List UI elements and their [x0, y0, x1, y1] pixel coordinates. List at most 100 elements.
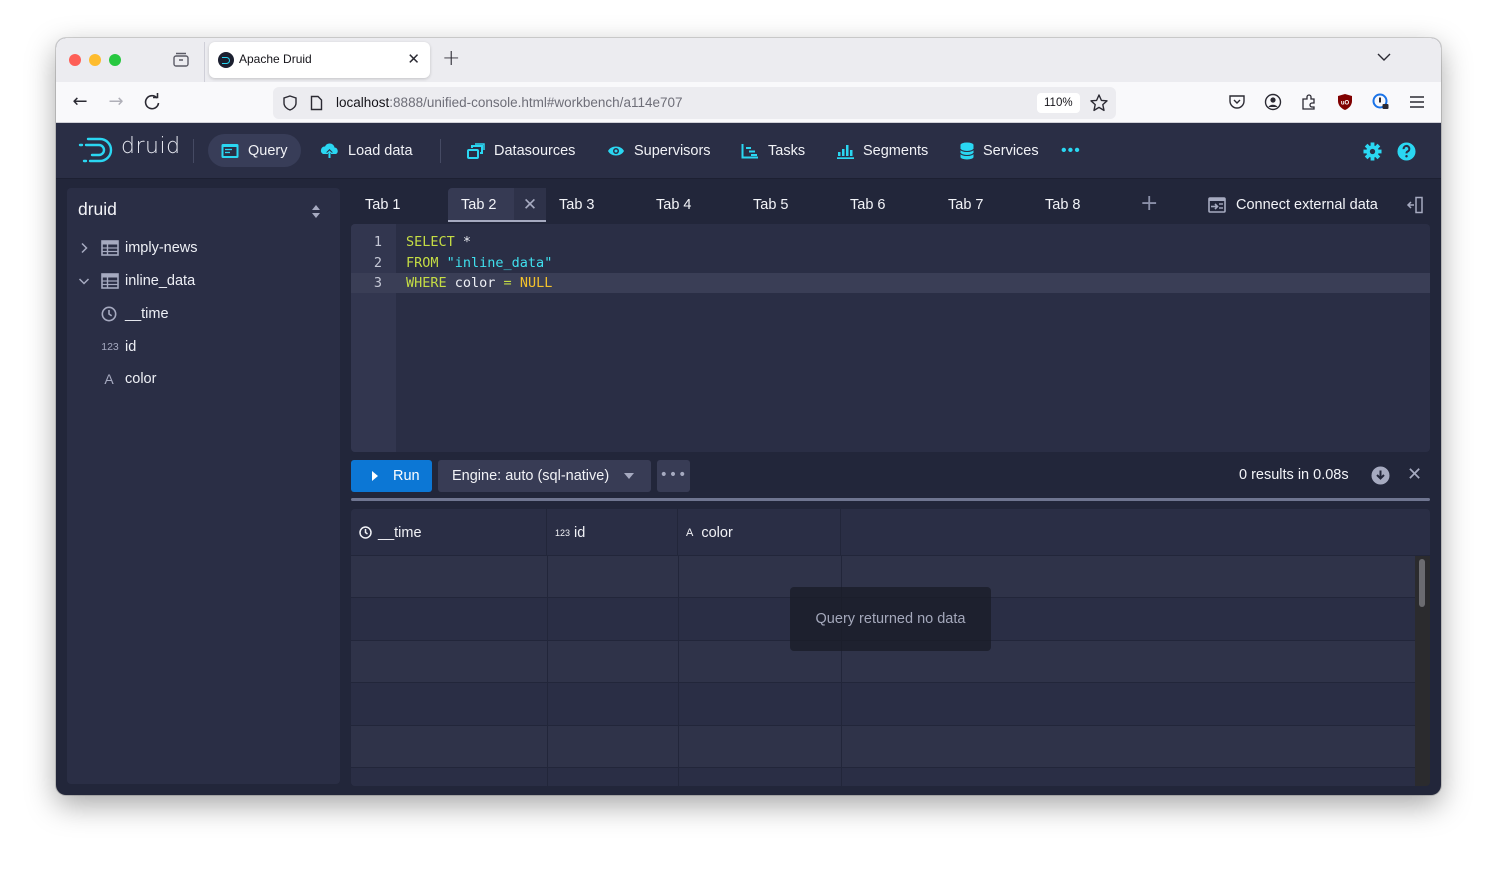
back-arrow-icon[interactable]: ←	[69, 91, 91, 113]
connect-external-data-button[interactable]: Connect external data	[1208, 188, 1378, 222]
column-header-id[interactable]: 123 id	[547, 509, 678, 556]
close-tab-icon[interactable]: ✕	[407, 50, 420, 68]
table-icon	[101, 240, 119, 256]
account-icon[interactable]	[1264, 93, 1282, 111]
query-tab-6[interactable]: Tab 6	[850, 188, 885, 222]
query-tab-8[interactable]: Tab 8	[1045, 188, 1080, 222]
url-bar[interactable]: localhost:8888/unified-console.html#work…	[273, 87, 1116, 119]
druid-logo-icon	[78, 137, 113, 163]
code-line[interactable]: 1 SELECT *	[351, 232, 1430, 252]
column-header-label: __time	[378, 524, 422, 541]
sql-editor[interactable]: 1 SELECT * 2 FROM "inline_data" 3 WHERE color…	[351, 224, 1430, 452]
pocket-icon[interactable]	[1228, 93, 1246, 111]
tree-column-id[interactable]: 123 id	[67, 332, 340, 362]
cloud-upload-icon	[320, 142, 338, 158]
chevron-right-icon[interactable]	[78, 242, 90, 254]
nav-more-button[interactable]: •••	[1051, 134, 1091, 167]
code-token: color	[446, 275, 504, 291]
page-icon[interactable]	[310, 95, 323, 111]
forward-arrow-icon[interactable]: →	[105, 91, 127, 113]
close-tab-icon[interactable]: ✕	[514, 188, 546, 220]
browser-tab-title: Apache Druid	[239, 52, 312, 66]
nav-datasources[interactable]: Datasources	[454, 134, 588, 167]
chevron-down-icon[interactable]	[1377, 50, 1391, 64]
query-tab-4[interactable]: Tab 4	[656, 188, 691, 222]
shield-icon[interactable]	[282, 95, 298, 111]
zoom-level-badge[interactable]: 110%	[1037, 93, 1080, 113]
tree-item-label: id	[125, 339, 137, 355]
results-table: __time 123 id A color Query returned no …	[351, 509, 1430, 786]
tree-item-imply-news[interactable]: imply-news	[67, 233, 340, 263]
tree-column-color[interactable]: A color	[67, 364, 340, 394]
tree-item-label: color	[125, 371, 157, 387]
clock-icon	[359, 526, 372, 539]
url-text[interactable]: localhost:8888/unified-console.html#work…	[336, 95, 683, 110]
query-tab-1[interactable]: Tab 1	[365, 188, 400, 222]
browser-tab-active[interactable]: Apache Druid ✕	[209, 42, 430, 78]
nav-query[interactable]: Query	[208, 134, 301, 167]
settings-gear-icon[interactable]	[1363, 142, 1382, 161]
query-icon	[221, 143, 239, 158]
collapse-panel-icon[interactable]	[1406, 196, 1424, 214]
segments-icon	[837, 144, 854, 159]
window-minimize-button[interactable]	[89, 54, 101, 66]
reload-icon[interactable]	[141, 91, 163, 113]
druid-logo[interactable]: druid	[78, 134, 180, 164]
extensions-icon[interactable]	[1300, 93, 1318, 111]
code-text: WHERE color = NULL	[406, 273, 552, 293]
druid-logo-text: druid	[121, 134, 181, 159]
druid-header: druid Query Load data Datasources Superv…	[56, 123, 1441, 179]
play-icon	[372, 471, 378, 481]
browser-navbar: ← → localhost:8888/unified-console.html#…	[56, 82, 1441, 123]
tree-column-time[interactable]: __time	[67, 299, 340, 329]
ublock-icon[interactable]: uO	[1336, 93, 1354, 111]
new-tab-button[interactable]: +	[442, 47, 460, 71]
nav-tasks[interactable]: Tasks	[728, 134, 818, 167]
string-type-icon: A	[104, 371, 114, 387]
line-number: 3	[373, 275, 382, 291]
column-header-time[interactable]: __time	[351, 509, 547, 556]
run-button[interactable]: Run	[351, 460, 432, 492]
nav-segments[interactable]: Segments	[824, 134, 941, 167]
query-tab-5[interactable]: Tab 5	[753, 188, 788, 222]
column-divider	[678, 556, 679, 786]
code-line[interactable]: 3 WHERE color = NULL	[351, 273, 1430, 293]
chevron-down-icon[interactable]	[78, 275, 90, 287]
query-tab-3[interactable]: Tab 3	[559, 188, 594, 222]
add-tab-button[interactable]: +	[1140, 190, 1158, 218]
menu-hamburger-icon[interactable]	[1408, 93, 1426, 111]
resize-splitter[interactable]	[351, 498, 1430, 501]
code-line[interactable]: 2 FROM "inline_data"	[351, 253, 1430, 273]
window-maximize-button[interactable]	[109, 54, 121, 66]
nav-datasources-label: Datasources	[494, 142, 576, 159]
clock-icon	[101, 306, 117, 322]
engine-select[interactable]: Engine: auto (sql-native)	[438, 460, 651, 492]
download-icon[interactable]	[1371, 466, 1390, 485]
nav-load-data[interactable]: Load data	[307, 134, 426, 167]
nav-services-label: Services	[983, 142, 1039, 159]
code-token: WHERE	[406, 275, 447, 291]
close-results-icon[interactable]: ✕	[1407, 464, 1422, 486]
query-tab-2[interactable]: Tab 2 ✕	[448, 188, 546, 222]
tree-item-inline-data[interactable]: inline_data	[67, 266, 340, 296]
bookmark-star-icon[interactable]	[1089, 93, 1109, 113]
string-type-icon: A	[686, 526, 694, 539]
nav-services[interactable]: Services	[947, 134, 1052, 167]
import-icon	[1208, 197, 1226, 213]
database-icon	[960, 142, 974, 159]
help-icon[interactable]	[1397, 142, 1416, 161]
results-scrollbar[interactable]	[1415, 556, 1430, 786]
sort-toggle-icon[interactable]	[311, 204, 321, 219]
table-row-empty	[351, 683, 1415, 726]
column-header-color[interactable]: A color	[678, 509, 841, 556]
tree-item-label: __time	[125, 306, 169, 322]
tab-overview-icon[interactable]	[172, 52, 190, 68]
more-options-button[interactable]: •••	[657, 460, 690, 492]
password-manager-icon[interactable]	[1372, 93, 1390, 111]
scrollbar-thumb[interactable]	[1419, 559, 1425, 607]
code-text: SELECT *	[406, 232, 471, 252]
query-tab-7[interactable]: Tab 7	[948, 188, 983, 222]
nav-supervisors[interactable]: Supervisors	[594, 134, 724, 167]
window-close-button[interactable]	[69, 54, 81, 66]
